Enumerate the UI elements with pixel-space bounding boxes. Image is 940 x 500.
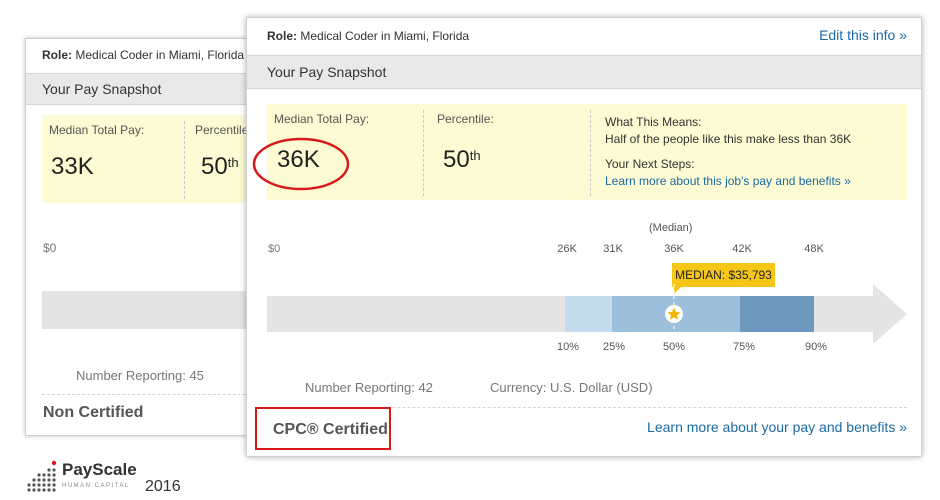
median-value: 33K (51, 153, 94, 180)
median-label: Median Total Pay: (274, 112, 370, 126)
currency-label: Currency: U.S. Dollar (USD) (490, 380, 653, 395)
what-this-means-text: Half of the people like this make less t… (605, 132, 852, 146)
snapshot-title: Your Pay Snapshot (42, 81, 162, 97)
percentile-tick-50: 50% (662, 341, 686, 353)
percentile-label: Percentile (195, 123, 249, 137)
pay-summary-panel: Median Total Pay: 36K Percentile: 50th W… (267, 104, 907, 200)
percentile-tick-25: 25% (602, 341, 626, 353)
role-line: Role: Medical Coder in Miami, Florida (267, 29, 469, 43)
what-this-means-title: What This Means: (605, 115, 702, 129)
highlight-oval (252, 137, 350, 191)
certification-label: CPC® Certified (273, 421, 388, 438)
tick-label-26k: 26K (557, 243, 577, 255)
certification-label: Non Certified (43, 404, 144, 421)
role-value: Medical Coder in Miami, Florida (75, 48, 245, 62)
median-caption: (Median) (649, 222, 693, 234)
tick-label-42k: 42K (732, 243, 752, 255)
divider (423, 110, 424, 196)
next-steps-link[interactable]: Learn more about this job's pay and bene… (605, 174, 851, 188)
band-10-25 (565, 296, 612, 332)
logo-brand: PayScale (62, 460, 137, 479)
logo-tagline: HUMAN CAPITAL (62, 483, 130, 489)
tick-label-36k: 36K (664, 243, 684, 255)
tick-label-31k: 31K (603, 243, 623, 255)
divider (184, 121, 185, 199)
percentile-value: 50th (443, 146, 481, 173)
divider (590, 110, 591, 196)
payscale-dots-icon (27, 460, 57, 492)
axis-start-label: $0 (43, 241, 57, 255)
snapshot-header: Your Pay Snapshot (247, 55, 921, 89)
role-line: Role: Medical Coder in Miami, Florida (42, 48, 244, 62)
payscale-logo: PayScale HUMAN CAPITAL 2016 (26, 458, 196, 496)
role-label: Role: (42, 48, 72, 62)
logo-year: 2016 (145, 478, 181, 495)
pay-range-chart (267, 284, 907, 344)
percentile-tick-75: 75% (732, 341, 756, 353)
front-pay-card: Role: Medical Coder in Miami, Florida Ed… (246, 17, 922, 457)
axis-start-label: $0 (268, 243, 281, 255)
benefits-link[interactable]: Learn more about your pay and benefits » (647, 419, 907, 435)
band-75-90 (740, 296, 814, 332)
snapshot-title: Your Pay Snapshot (267, 64, 387, 80)
percentile-label: Percentile: (437, 112, 494, 126)
percentile-tick-10: 10% (556, 341, 580, 353)
edit-info-link[interactable]: Edit this info » (819, 27, 907, 43)
tick-label-48k: 48K (804, 243, 824, 255)
role-value: Medical Coder in Miami, Florida (300, 29, 470, 43)
role-label: Role: (267, 29, 297, 43)
next-steps-title: Your Next Steps: (605, 157, 695, 171)
percentile-tick-90: 90% (804, 341, 828, 353)
median-label: Median Total Pay: (49, 123, 145, 137)
number-reporting: Number Reporting: 45 (76, 368, 204, 383)
percentile-value: 50th (201, 153, 239, 180)
number-reporting: Number Reporting: 42 (305, 380, 433, 395)
